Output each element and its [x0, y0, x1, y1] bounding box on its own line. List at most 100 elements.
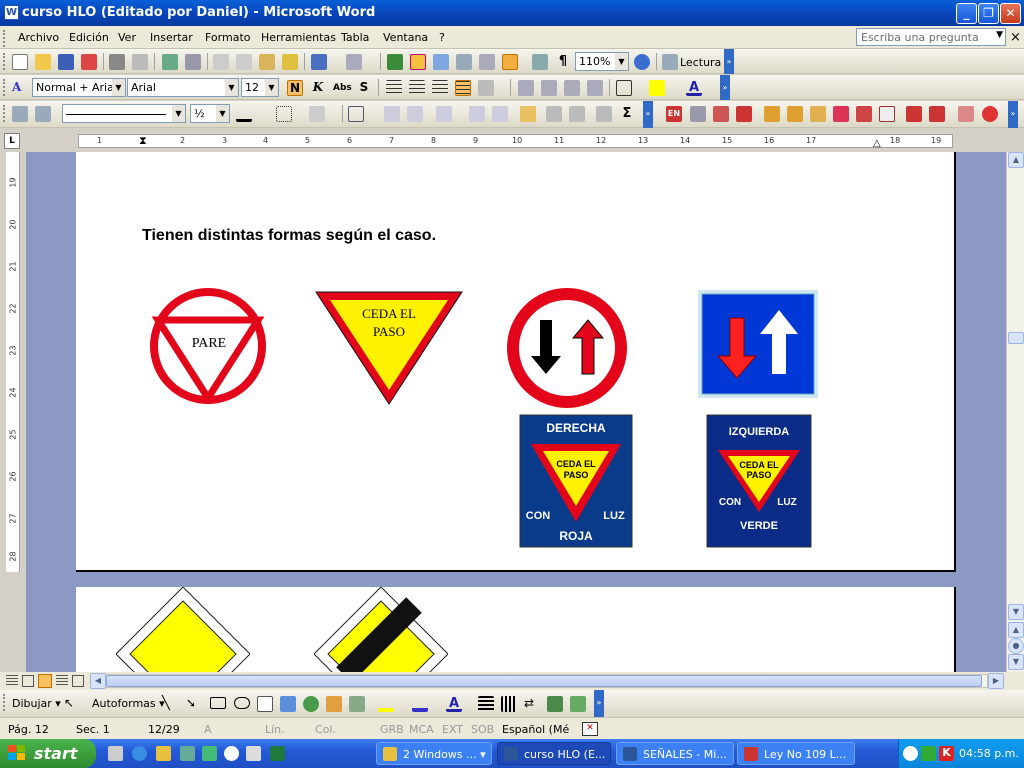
autosum-icon[interactable]: Σ — [619, 106, 635, 122]
close-document-icon[interactable]: × — [1010, 30, 1021, 45]
language-en-icon[interactable]: EN — [666, 106, 682, 122]
eraser-icon[interactable] — [35, 106, 51, 122]
ruler-strip[interactable]: 1 2 3 4 5 6 7 8 9 10 11 12 13 14 15 16 1… — [78, 134, 953, 149]
line-style-icon[interactable] — [478, 696, 494, 712]
horizontal-scrollbar[interactable]: ◀ ▶ — [0, 672, 1024, 690]
user-icon[interactable] — [906, 106, 922, 122]
autoformat-table-icon[interactable] — [520, 106, 536, 122]
menu-edicion[interactable]: Edición — [69, 31, 109, 44]
task-ley-109[interactable]: Ley No 109 L... — [737, 742, 855, 765]
arrow-tool-icon[interactable]: ➘ — [186, 696, 202, 712]
toolbar-grip[interactable] — [3, 105, 6, 122]
browse-object-icon[interactable]: ● — [1008, 638, 1024, 654]
menu-help[interactable]: ? — [439, 31, 445, 44]
outline-view-icon[interactable] — [56, 675, 68, 687]
sort-descending-icon[interactable] — [596, 106, 612, 122]
tables-borders-icon[interactable] — [410, 54, 426, 70]
end-priority-road-sign-image[interactable] — [314, 587, 448, 672]
menu-archivo[interactable]: Archivo — [18, 31, 59, 44]
minimize-button[interactable]: _ — [956, 3, 977, 24]
font-select[interactable]: Arial ▼ — [127, 78, 239, 97]
tray-pencil-icon[interactable] — [921, 746, 936, 761]
derecha-roja-sign-image[interactable]: DERECHA CEDA EL PASO CON LUZ ROJA — [519, 414, 633, 548]
shadow-style-icon[interactable] — [547, 696, 563, 712]
undo-icon[interactable] — [311, 54, 327, 70]
insert-down-icon[interactable] — [736, 106, 752, 122]
toolbar-options-chevron[interactable]: » — [643, 101, 653, 128]
word-app-icon[interactable]: W — [4, 5, 19, 20]
hscroll-thumb[interactable] — [106, 675, 982, 687]
print-preview-icon[interactable] — [132, 54, 148, 70]
select-pointer-icon[interactable]: ↖ — [64, 696, 80, 712]
scroll-down-icon[interactable]: ▼ — [1008, 604, 1024, 620]
cut-icon[interactable] — [213, 54, 229, 70]
left-indent-marker[interactable]: ⧗ — [139, 134, 147, 148]
document-area[interactable]: Tienen distintas formas según el caso. P… — [26, 152, 1006, 672]
menu-tabla[interactable]: Tabla — [341, 31, 369, 44]
line-weight-select[interactable]: ½ ▼ — [190, 104, 230, 123]
align-cell-icon[interactable] — [436, 106, 452, 122]
right-indent-marker[interactable]: △ — [873, 138, 881, 149]
quicklaunch-ie-icon[interactable] — [132, 746, 147, 761]
outside-border-icon[interactable] — [276, 106, 292, 122]
menu-insertar[interactable]: Insertar — [150, 31, 193, 44]
open-folder-icon[interactable] — [35, 54, 51, 70]
start-button[interactable]: start — [0, 739, 96, 768]
pare-sign-image[interactable]: PARE — [148, 286, 268, 406]
border-color-icon[interactable] — [236, 106, 252, 122]
translate-icon[interactable] — [690, 106, 706, 122]
document-heading[interactable]: Tienen distintas formas según el caso. — [142, 227, 436, 245]
distribute-rows-icon[interactable] — [469, 106, 485, 122]
priority-circle-sign-image[interactable] — [506, 286, 628, 410]
ceda-el-paso-sign-image[interactable]: CEDA EL PASO — [314, 290, 464, 406]
show-hide-icon[interactable]: ¶ — [555, 54, 571, 70]
insert-picture-icon[interactable] — [349, 696, 365, 712]
restore-button[interactable]: ❐ — [978, 3, 999, 24]
web-view-icon[interactable] — [22, 675, 34, 687]
menu-grip[interactable] — [3, 30, 6, 47]
toolbar-grip[interactable] — [3, 53, 6, 70]
toolbar-grip[interactable] — [3, 694, 6, 711]
help-circle-icon[interactable] — [982, 106, 998, 122]
help-icon[interactable] — [634, 54, 650, 70]
menu-ver[interactable]: Ver — [118, 31, 136, 44]
bullets-icon[interactable] — [541, 80, 557, 96]
save-icon[interactable] — [58, 54, 74, 70]
toolbar-options-chevron-2[interactable]: » — [1008, 101, 1018, 128]
clock[interactable]: 04:58 p.m. — [959, 747, 1019, 760]
reading-layout-icon[interactable] — [662, 54, 678, 70]
print-icon[interactable] — [109, 54, 125, 70]
compare-icon[interactable] — [713, 106, 729, 122]
line-color-icon[interactable] — [412, 696, 428, 712]
scroll-right-icon[interactable]: ▶ — [988, 673, 1004, 689]
decrease-indent-icon[interactable] — [564, 80, 580, 96]
vertical-ruler-strip[interactable]: 19 20 21 22 23 24 25 26 27 28 — [6, 152, 20, 572]
align-center-icon[interactable] — [409, 80, 425, 96]
new-comment-icon[interactable] — [764, 106, 780, 122]
status-sob[interactable]: SOB — [471, 723, 494, 736]
copy-icon[interactable] — [236, 54, 252, 70]
quicklaunch-excel-icon[interactable] — [270, 746, 285, 761]
research-icon[interactable] — [185, 54, 201, 70]
zoom-select[interactable]: 110% ▼ — [575, 52, 629, 71]
scroll-left-icon[interactable]: ◀ — [90, 673, 106, 689]
text-direction-icon[interactable] — [546, 106, 562, 122]
insert-table-icon-2[interactable] — [348, 106, 364, 122]
align-right-icon[interactable] — [432, 80, 448, 96]
bold-button[interactable]: N — [287, 80, 303, 96]
quicklaunch-msn-icon[interactable] — [202, 746, 217, 761]
wordart-icon[interactable] — [280, 696, 296, 712]
menu-herramientas[interactable]: Herramientas — [261, 31, 336, 44]
split-cells-icon[interactable] — [407, 106, 423, 122]
increase-indent-icon[interactable] — [587, 80, 603, 96]
line-spacing-icon[interactable] — [478, 80, 494, 96]
hyperlink-icon[interactable] — [387, 54, 403, 70]
menu-formato[interactable]: Formato — [205, 31, 251, 44]
rectangle-tool-icon[interactable] — [210, 697, 226, 709]
status-mca[interactable]: MCA — [409, 723, 434, 736]
reading-view-icon[interactable] — [72, 675, 84, 687]
highlight-icon[interactable] — [649, 80, 665, 96]
users-icon[interactable] — [929, 106, 945, 122]
tray-antivirus-icon[interactable]: K — [939, 746, 954, 761]
priority-square-sign-image[interactable] — [696, 288, 820, 400]
